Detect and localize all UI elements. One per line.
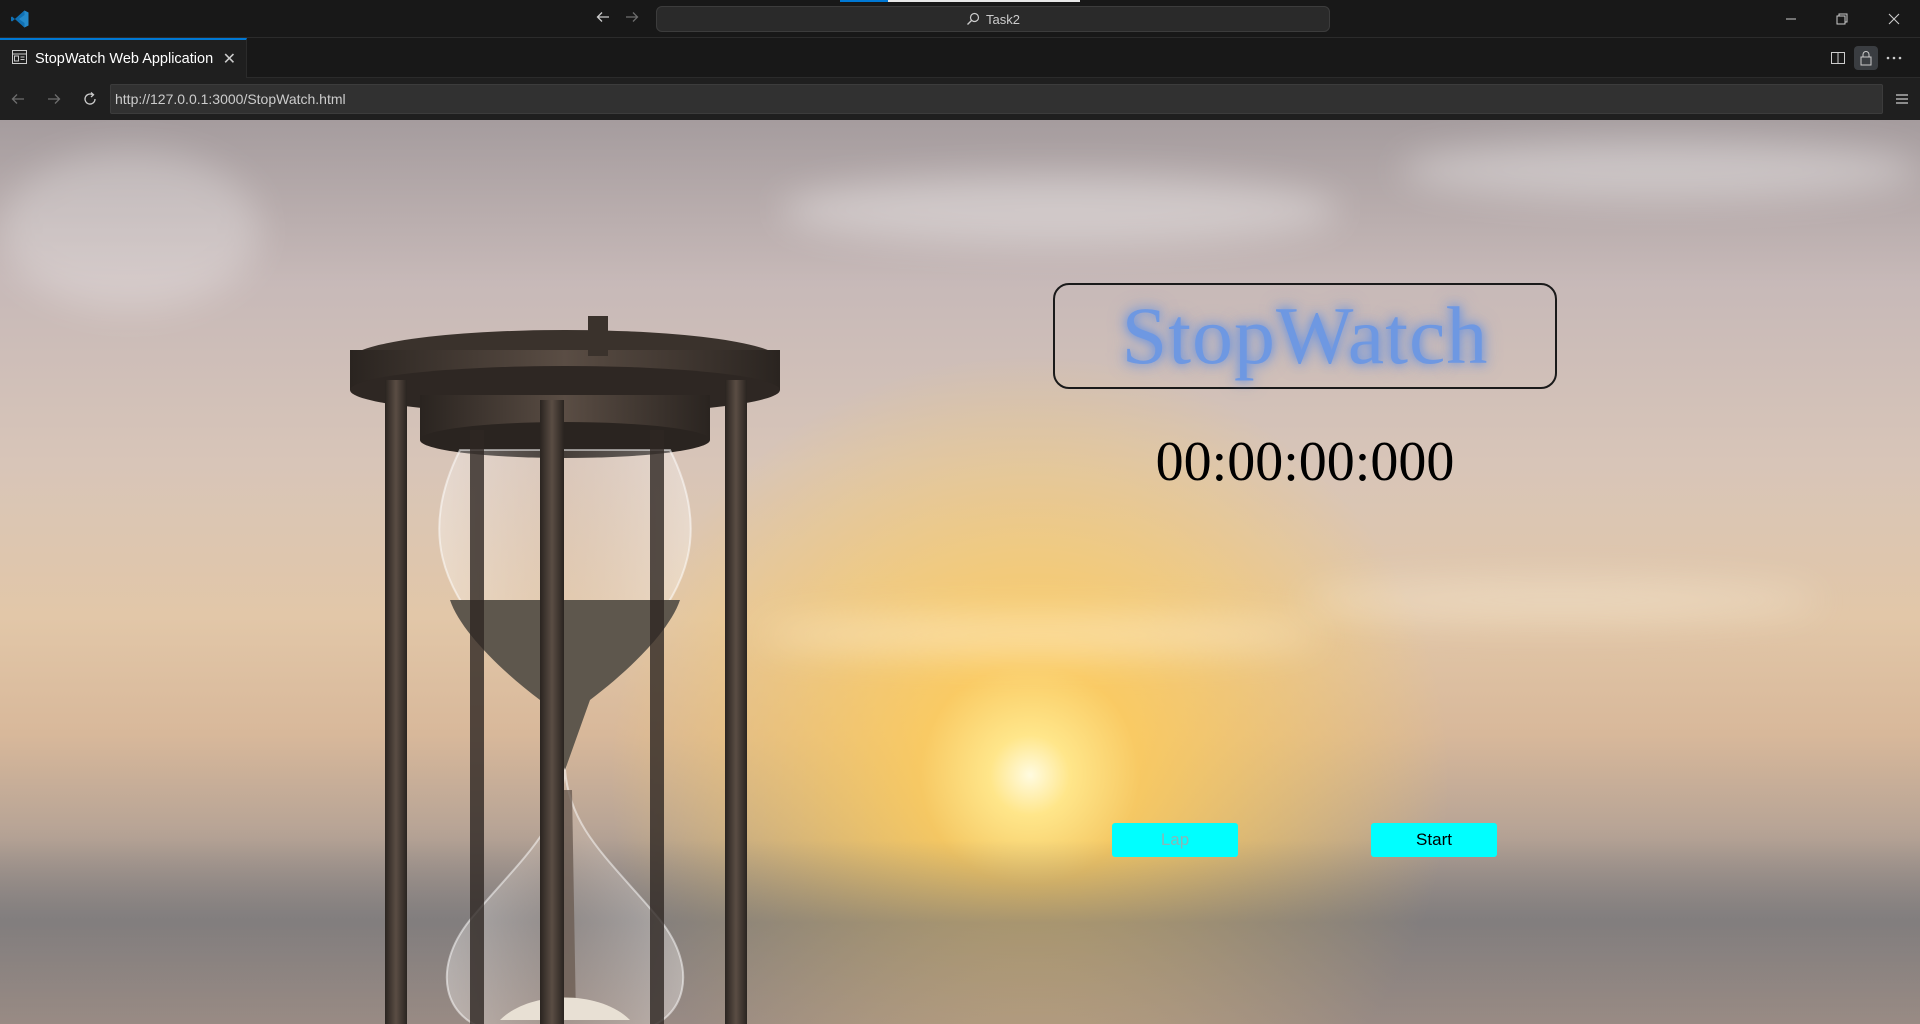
search-icon <box>966 12 980 26</box>
minimize-icon[interactable] <box>1765 0 1817 38</box>
tab-stopwatch[interactable]: StopWatch Web Application ✕ <box>0 38 247 78</box>
background-cloud <box>0 150 260 310</box>
menu-icon[interactable] <box>1890 87 1914 111</box>
back-arrow-icon[interactable] <box>592 8 614 30</box>
background-cloud <box>1400 140 1920 200</box>
command-center-search[interactable]: Task2 <box>656 6 1330 32</box>
lock-icon[interactable] <box>1854 46 1878 70</box>
editor-tab-bar: StopWatch Web Application ✕ <box>0 38 1920 78</box>
hourglass-image <box>350 316 780 1024</box>
preview-icon <box>12 50 27 68</box>
command-center-label: Task2 <box>986 11 1020 27</box>
close-icon[interactable] <box>1868 0 1920 38</box>
page-title: StopWatch <box>1121 290 1489 381</box>
more-icon[interactable] <box>1882 46 1906 70</box>
lap-button[interactable]: Lap <box>1112 823 1238 857</box>
forward-icon[interactable] <box>42 87 66 111</box>
vscode-logo-icon[interactable] <box>10 9 30 29</box>
restore-icon[interactable] <box>1816 0 1868 38</box>
tab-label: StopWatch Web Application <box>35 51 214 67</box>
page-viewport: StopWatch 00:00:00:000 Lap Start <box>0 120 1920 1024</box>
stopwatch-title-box: StopWatch <box>1053 283 1557 389</box>
command-center-accent <box>840 0 888 2</box>
back-icon[interactable] <box>6 87 30 111</box>
start-button[interactable]: Start <box>1371 823 1497 857</box>
browser-address-bar: http://127.0.0.1:3000/StopWatch.html <box>0 78 1920 120</box>
background-cloud <box>1300 580 1820 620</box>
split-editor-icon[interactable] <box>1826 46 1850 70</box>
background-cloud <box>780 175 1340 245</box>
command-center-highlight <box>888 0 1080 2</box>
tab-close-icon[interactable]: ✕ <box>223 49 236 69</box>
background-cloud <box>760 615 1320 655</box>
forward-arrow-icon[interactable] <box>621 8 643 30</box>
reload-icon[interactable] <box>78 87 102 111</box>
url-input[interactable]: http://127.0.0.1:3000/StopWatch.html <box>110 84 1883 114</box>
stopwatch-time-display: 00:00:00:000 <box>1155 431 1455 493</box>
background-sea <box>0 840 1920 1024</box>
title-bar: Task2 <box>0 0 1920 38</box>
